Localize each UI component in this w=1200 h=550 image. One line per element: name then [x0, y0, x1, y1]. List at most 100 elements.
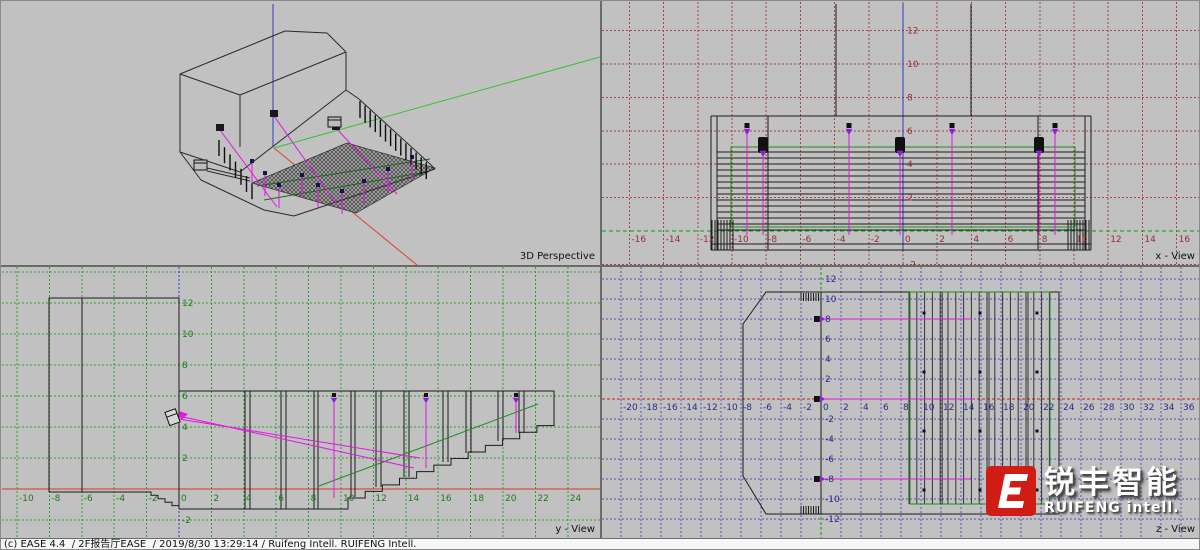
svg-text:8: 8: [907, 93, 913, 103]
svg-text:-8: -8: [51, 494, 60, 504]
svg-text:10: 10: [923, 403, 935, 413]
y-view-drawing: -10-8-6-4-202468101214161820222412108642…: [2, 267, 600, 538]
svg-text:12: 12: [182, 299, 193, 309]
svg-text:6: 6: [825, 335, 831, 345]
svg-text:-14: -14: [683, 403, 698, 413]
svg-text:-10: -10: [19, 494, 34, 504]
logo-chinese-name: 锐丰智能: [1044, 468, 1180, 499]
svg-text:12: 12: [825, 275, 836, 285]
svg-text:14: 14: [408, 494, 420, 504]
svg-text:-8: -8: [768, 235, 777, 245]
svg-text:-6: -6: [802, 235, 811, 245]
svg-text:24: 24: [570, 494, 582, 504]
status-bar: (c) EASE 4.4 / 2F报告厅EASE / 2019/8/30 13:…: [1, 538, 1200, 550]
svg-text:4: 4: [182, 423, 188, 433]
svg-text:6: 6: [883, 403, 889, 413]
svg-text:-4: -4: [116, 494, 125, 504]
view-label-z: z - View: [1156, 524, 1195, 535]
svg-text:4: 4: [973, 235, 979, 245]
svg-text:6: 6: [1008, 235, 1014, 245]
status-bar-text: (c) EASE 4.4 / 2F报告厅EASE / 2019/8/30 13:…: [1, 539, 1200, 550]
svg-text:22: 22: [1043, 403, 1054, 413]
svg-text:-6: -6: [84, 494, 93, 504]
svg-text:-12: -12: [703, 403, 718, 413]
svg-text:20: 20: [1023, 403, 1035, 413]
svg-text:8: 8: [1042, 235, 1048, 245]
y-view-structure: [49, 298, 554, 509]
svg-text:2: 2: [182, 454, 188, 464]
svg-text:12: 12: [943, 403, 954, 413]
svg-text:16: 16: [1179, 235, 1191, 245]
3d-axes: [273, 4, 600, 265]
svg-text:-8: -8: [825, 475, 834, 485]
svg-text:6: 6: [182, 392, 188, 402]
x-view-structure: [711, 4, 1091, 250]
svg-text:10: 10: [907, 60, 919, 70]
svg-text:-12: -12: [825, 515, 840, 525]
svg-text:8: 8: [182, 361, 188, 371]
svg-text:30: 30: [1123, 403, 1135, 413]
svg-text:14: 14: [1144, 235, 1156, 245]
svg-text:-12: -12: [700, 235, 715, 245]
svg-text:2: 2: [825, 375, 831, 385]
svg-text:32: 32: [1143, 403, 1154, 413]
svg-text:28: 28: [1103, 403, 1115, 413]
svg-text:-10: -10: [734, 235, 749, 245]
view-label-x: x - View: [1155, 251, 1195, 262]
svg-text:12: 12: [907, 27, 918, 37]
svg-text:-10: -10: [723, 403, 738, 413]
svg-text:-14: -14: [666, 235, 681, 245]
viewport-x-view[interactable]: -16 -14 -12 -10 -8 -6 -4 -2 0 2 4 6 8 10 12 14 16 12 10 8 6 4…: [602, 2, 1200, 265]
svg-text:8: 8: [903, 403, 909, 413]
svg-text:8: 8: [311, 494, 317, 504]
svg-text:22: 22: [537, 494, 548, 504]
svg-text:12: 12: [1110, 235, 1121, 245]
svg-text:0: 0: [181, 494, 187, 504]
svg-text:36: 36: [1183, 403, 1195, 413]
svg-text:-4: -4: [783, 403, 792, 413]
svg-text:2: 2: [907, 194, 913, 204]
svg-text:-4: -4: [825, 435, 834, 445]
viewport-divider-horizontal[interactable]: [1, 265, 1200, 267]
svg-text:4: 4: [246, 494, 252, 504]
svg-text:14: 14: [963, 403, 975, 413]
ruifeng-logo-icon: [985, 465, 1037, 517]
svg-text:2: 2: [213, 494, 219, 504]
svg-text:-20: -20: [623, 403, 638, 413]
svg-text:-2: -2: [149, 494, 158, 504]
viewport-3d-perspective[interactable]: 3D Perspective: [2, 2, 600, 265]
svg-text:2: 2: [939, 235, 945, 245]
svg-text:-8: -8: [743, 403, 752, 413]
ease-application-window: 3D Perspective -16-14-12-10-8-6-4-202468…: [0, 0, 1200, 550]
svg-text:-10: -10: [825, 495, 840, 505]
svg-text:2: 2: [843, 403, 849, 413]
viewport-y-view[interactable]: -10-8-6-4-202468101214161820222412108642…: [2, 267, 600, 538]
svg-text:8: 8: [825, 315, 831, 325]
svg-text:16: 16: [983, 403, 995, 413]
svg-text:-18: -18: [643, 403, 658, 413]
svg-text:4: 4: [825, 355, 831, 365]
3d-perspective-drawing: [2, 2, 600, 265]
svg-text:4: 4: [907, 160, 913, 170]
svg-text:18: 18: [473, 494, 485, 504]
svg-text:-6: -6: [825, 455, 834, 465]
ruifeng-logo: 锐丰智能 RUIFENG intell.: [985, 465, 1180, 517]
view-label-y: y - View: [555, 524, 595, 535]
x-view-grid: [602, 2, 1200, 265]
svg-text:10: 10: [825, 295, 837, 305]
svg-text:16: 16: [440, 494, 452, 504]
svg-text:-6: -6: [763, 403, 772, 413]
viewport-divider-vertical[interactable]: [600, 1, 602, 538]
svg-text:12: 12: [375, 494, 386, 504]
svg-text:10: 10: [1076, 235, 1088, 245]
svg-text:-2: -2: [871, 235, 880, 245]
svg-text:24: 24: [1063, 403, 1075, 413]
svg-text:-2: -2: [825, 415, 834, 425]
svg-text:-16: -16: [631, 235, 646, 245]
svg-text:6: 6: [907, 127, 913, 137]
svg-text:0: 0: [823, 403, 829, 413]
svg-text:-4: -4: [837, 235, 846, 245]
svg-text:34: 34: [1163, 403, 1175, 413]
svg-text:20: 20: [505, 494, 517, 504]
svg-text:0: 0: [905, 235, 911, 245]
